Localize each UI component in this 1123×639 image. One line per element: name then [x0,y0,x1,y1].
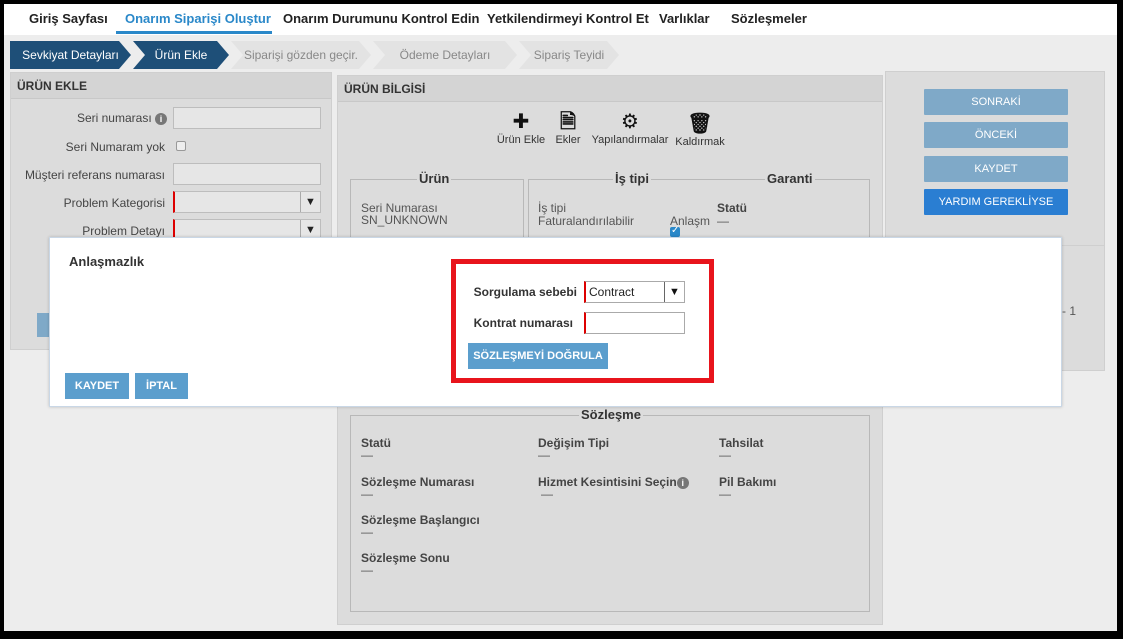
plus-icon: ✚ [512,111,530,133]
trash-icon: 🗑 [687,113,713,135]
contract-start-value: — [361,525,373,539]
serial-number-value: SN_UNKNOWN [361,213,448,227]
modal-cancel-button[interactable]: İPTAL [135,373,188,399]
step-order-confirmation[interactable]: Sipariş Teyidi [519,41,619,69]
warranty-legend: Garanti [765,171,815,186]
problem-category-select[interactable]: ▼ [173,191,321,213]
nav-active-indicator [116,31,272,34]
step-shipping-details[interactable]: Sevkiyat Detayları [10,41,131,69]
previous-button[interactable]: ÖNCEKİ [924,122,1068,148]
document-icon: 🗎 [559,111,577,133]
nav-assets[interactable]: Varlıklar [659,11,710,26]
left-panel-button-fragment[interactable] [37,313,49,337]
app-window: Giriş Sayfası Onarım Siparişi Oluştur On… [4,4,1117,631]
contract-end-value: — [361,563,373,577]
nav-home[interactable]: Giriş Sayfası [29,11,108,26]
contract-status-value: — [361,448,373,462]
next-button[interactable]: SONRAKİ [924,89,1068,115]
service-interrupt-label: Hizmet Kesintisini Seçin i [538,475,689,489]
step-review-order[interactable]: Siparişi gözden geçir. [231,41,371,69]
problem-category-label: Problem Kategorisi [63,196,165,210]
nav-check-authorization[interactable]: Yetkilendirmeyi Kontrol Et [487,11,649,26]
dispute-modal: Anlaşmazlık Sorgulama sebebi Contract ▼ … [49,237,1062,407]
worktype-value: Faturalandırılabilir [538,214,635,228]
device-settings-icon: ⚙ [621,111,639,133]
product-info-title: ÜRÜN BİLGİSİ [338,76,882,102]
customer-ref-input[interactable] [173,163,321,185]
warranty-status-value: — [717,214,729,228]
add-product-button[interactable]: ✚ Ürün Ekle [496,110,546,146]
serial-number-input[interactable] [173,107,321,129]
info-icon[interactable]: i [155,112,167,125]
nav-contracts[interactable]: Sözleşmeler [731,11,807,26]
contract-legend: Sözleşme [579,407,643,422]
modal-save-button[interactable]: KAYDET [65,373,129,399]
contract-number-value: — [361,487,373,501]
dispute-checkbox[interactable] [670,225,680,237]
battery-value: — [719,487,731,501]
modal-title: Anlaşmazlık [69,254,145,269]
service-interrupt-value: — [541,487,553,501]
step-payment-details[interactable]: Ödeme Detayları [373,41,517,69]
configurations-button[interactable]: ⚙ Yapılandırmalar [590,110,670,146]
help-button[interactable]: YARDIM GEREKLİYSE [924,189,1068,215]
nav-check-repair-status[interactable]: Onarım Durumunu Kontrol Edin [283,11,479,26]
contract-start-label: Sözleşme Başlangıcı [361,513,480,527]
page-indicator-fragment: - 1 [1062,304,1077,318]
top-nav: Giriş Sayfası Onarım Siparişi Oluştur On… [4,4,1117,34]
step-add-product[interactable]: Ürün Ekle [133,41,229,69]
remove-button[interactable]: 🗑 Kaldırmak [672,112,728,148]
product-group-legend: Ürün [417,171,452,186]
no-serial-label: Seri Numaram yok [65,140,165,154]
contract-number-label: Sözleşme Numarası [361,475,475,489]
add-product-title: ÜRÜN EKLE [11,73,331,99]
worktype-label: İş tipi [538,201,567,215]
change-type-value: — [538,448,550,462]
collection-value: — [719,448,731,462]
contract-end-label: Sözleşme Sonu [361,551,450,565]
chevron-down-icon: ▼ [300,192,320,212]
worktype-legend: İş tipi [613,171,651,186]
warranty-status-label: Statü [717,201,747,215]
problem-detail-label: Problem Detayı [82,224,165,238]
attachments-button[interactable]: 🗎 Ekler [548,110,588,146]
nav-create-repair-order[interactable]: Onarım Siparişi Oluştur [125,11,271,26]
info-icon[interactable]: i [676,476,689,489]
contract-group: Sözleşme Statü — Değişim Tipi — Tahsilat… [350,407,870,612]
highlight-box [451,259,714,383]
no-serial-checkbox[interactable] [176,141,186,151]
serial-number-label: Seri numarası i [11,111,167,125]
save-button[interactable]: KAYDET [924,156,1068,182]
customer-ref-label: Müşteri referans numarası [24,168,165,182]
